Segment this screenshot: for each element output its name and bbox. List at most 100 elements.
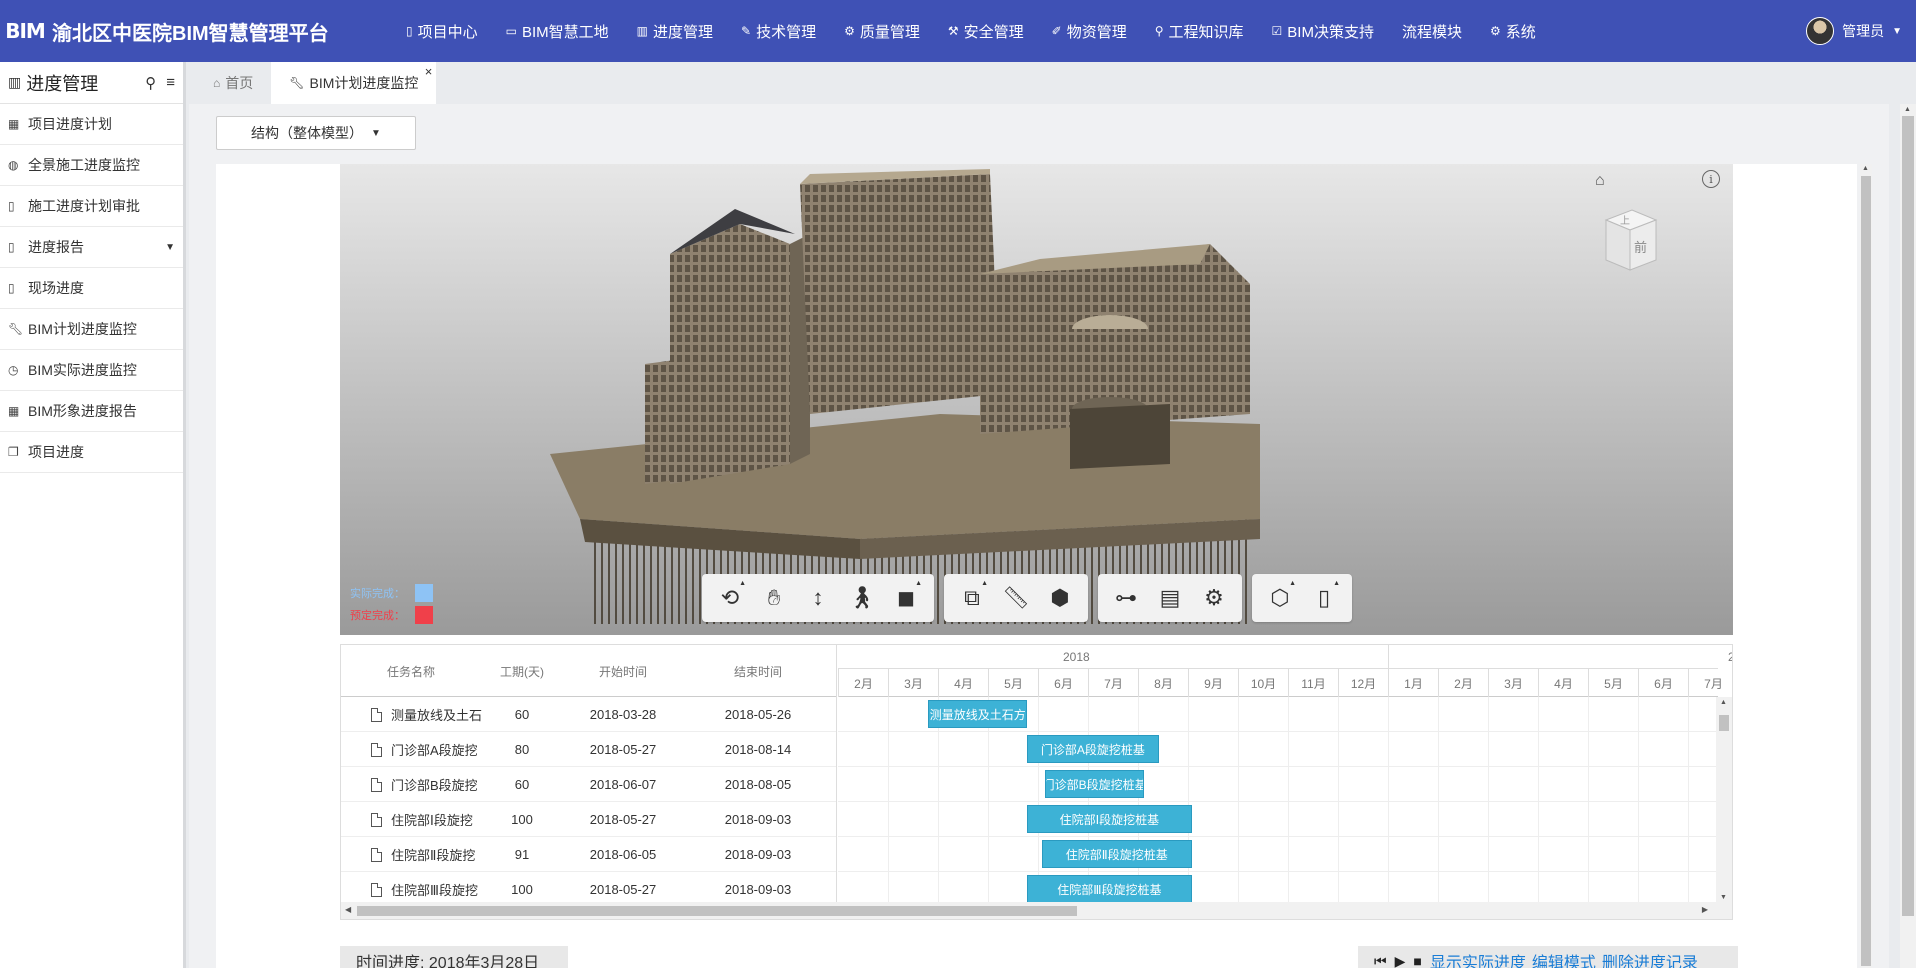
file-icon xyxy=(371,777,382,792)
pan-hand-icon[interactable]: ✋︎ xyxy=(752,576,796,620)
model-tree-icon[interactable]: ⊶ xyxy=(1104,576,1148,620)
nav-item-project-center[interactable]: ▯ 项目中心 xyxy=(392,0,492,62)
arrow-up-icon[interactable]: ▲ xyxy=(1904,106,1911,113)
tab-home[interactable]: ⌂ 首页 xyxy=(195,62,271,104)
viewcube[interactable]: 上 前 xyxy=(1598,206,1662,276)
sidebar-item-bim-actual-monitor[interactable]: ◷ BIM实际进度监控 xyxy=(0,350,183,391)
col-start[interactable]: 开始时间 xyxy=(563,645,683,697)
nav-item-tech[interactable]: ✎ 技术管理 xyxy=(727,0,830,62)
play-icon[interactable]: ▶ xyxy=(1395,953,1406,968)
year-divider xyxy=(1388,645,1389,669)
delete-progress-record-link[interactable]: 删除进度记录 xyxy=(1602,949,1698,968)
nav-item-decision[interactable]: ☑ BIM决策支持 xyxy=(1258,0,1388,62)
nav-item-quality[interactable]: ⚙ 质量管理 xyxy=(830,0,934,62)
nav-item-bim-site[interactable]: ▭ BIM智慧工地 xyxy=(492,0,623,62)
bim-3d-viewer[interactable]: ⌂ i 上 前 实际完成： 预定完成： ⟲ ▲ ✋︎ ↕ 🚶︎ ◼ ▲ ⧉ ▲ … xyxy=(340,164,1733,635)
explode-cube-icon[interactable]: ⬢ xyxy=(1038,576,1082,620)
gantt-bar[interactable]: 测量放线及土石方 xyxy=(928,700,1028,728)
legend: 实际完成： 预定完成： xyxy=(350,582,433,626)
sidebar-item-bim-plan-monitor[interactable]: 🔧︎ BIM计划进度监控 xyxy=(0,309,183,350)
camera-icon[interactable]: ◼ ▲ xyxy=(884,576,928,620)
skip-back-icon[interactable]: ⏮︎ xyxy=(1374,953,1387,968)
info-icon[interactable]: i xyxy=(1702,170,1720,188)
zoom-icon[interactable]: ↕ xyxy=(796,576,840,620)
arrow-left-icon[interactable]: ◀ xyxy=(345,905,351,914)
table-row[interactable]: 住院部Ⅱ段旋挖 91 2018-06-05 2018-09-03 xyxy=(341,837,836,872)
chevron-down-icon: ▼ xyxy=(165,241,175,253)
app-logo[interactable]: BIM 渝北区中医院BIM智慧管理平台 xyxy=(0,16,380,46)
scroll-thumb[interactable] xyxy=(1902,116,1914,916)
tab-bim-plan-monitor[interactable]: 🔧︎ BIM计划进度监控 × xyxy=(271,62,437,104)
sidebar-item-site-progress[interactable]: ▯ 现场进度 xyxy=(0,268,183,309)
gantt-bar[interactable]: 住院部Ⅲ段旋挖桩基 xyxy=(1027,875,1192,903)
orbit-icon[interactable]: ⟲ ▲ xyxy=(708,576,752,620)
nav-item-progress[interactable]: ▥ 进度管理 xyxy=(623,0,727,62)
document-icon[interactable]: ▯ ▲ xyxy=(1302,576,1346,620)
user-menu[interactable]: 管理员 ▼ xyxy=(1806,0,1902,62)
gantt-bar[interactable]: 门诊部A段旋挖桩基 xyxy=(1027,735,1159,763)
sidebar-item-project-progress[interactable]: ❐ 项目进度 xyxy=(0,432,183,473)
table-row[interactable]: 住院部Ⅰ段旋挖 100 2018-05-27 2018-09-03 xyxy=(341,802,836,837)
table-row[interactable]: 门诊部B段旋挖 60 2018-06-07 2018-08-05 xyxy=(341,767,836,802)
model-select[interactable]: 结构（整体模型） ▼ xyxy=(216,116,416,150)
gantt-bar[interactable]: 住院部Ⅰ段旋挖桩基 xyxy=(1027,805,1192,833)
grid-line xyxy=(1338,697,1339,903)
gantt-bar[interactable]: 住院部Ⅱ段旋挖桩基 xyxy=(1041,840,1192,868)
nav-item-knowledge[interactable]: ⚲ 工程知识库 xyxy=(1141,0,1258,62)
bookmark-icon: ▯ xyxy=(8,281,15,295)
menu-icon[interactable]: ≡ xyxy=(166,74,175,91)
table-row[interactable]: 测量放线及土石 60 2018-03-28 2018-05-26 xyxy=(341,697,836,732)
blocks-icon[interactable]: ⬡ ▲ xyxy=(1258,576,1302,620)
grid-line xyxy=(1538,697,1539,903)
settings-gear-icon[interactable]: ⚙ xyxy=(1192,576,1236,620)
close-icon[interactable]: × xyxy=(425,64,433,79)
col-duration[interactable]: 工期(天) xyxy=(481,645,563,697)
main-nav: ▯ 项目中心 ▭ BIM智慧工地 ▥ 进度管理 ✎ 技术管理 ⚙ 质量管理 ⚒ 安全管理 ✐… xyxy=(392,0,1550,62)
walk-person-icon[interactable]: 🚶︎ xyxy=(840,576,884,620)
scroll-thumb[interactable] xyxy=(357,906,1077,916)
panel-scrollbar[interactable]: ▲ xyxy=(1860,164,1872,968)
gantt-bar[interactable]: 门诊部B段旋挖桩基 xyxy=(1045,770,1144,798)
arrow-down-icon[interactable]: ▼ xyxy=(1720,894,1727,901)
sidebar-item-panorama[interactable]: ◍ 全景施工进度监控 xyxy=(0,145,183,186)
grid-line xyxy=(838,731,1718,732)
sidebar-item-progress-report[interactable]: ▯ 进度报告 ▼ xyxy=(0,227,183,268)
stop-icon[interactable]: ■ xyxy=(1413,953,1421,968)
home-icon[interactable]: ⌂ xyxy=(1595,172,1605,190)
col-task-name[interactable]: 任务名称 xyxy=(341,645,481,697)
nav-item-system[interactable]: ⚙ 系统 xyxy=(1476,0,1550,62)
gantt-vertical-scrollbar[interactable]: ▲ ▼ xyxy=(1716,697,1732,903)
table-row[interactable]: 门诊部A段旋挖 80 2018-05-27 2018-08-14 xyxy=(341,732,836,767)
hammer-icon: ⚒ xyxy=(947,24,959,38)
search-icon[interactable]: ⚲ xyxy=(145,74,156,92)
properties-icon[interactable]: ▤ xyxy=(1148,576,1192,620)
scroll-thumb[interactable] xyxy=(1861,176,1871,966)
start-date-cell: 2018-06-05 xyxy=(589,847,657,862)
timeline-month: 11月 xyxy=(1288,669,1338,697)
sidebar-item-bim-image-report[interactable]: ▦ BIM形象进度报告 xyxy=(0,391,183,432)
viewer-toolbar: ⟲ ▲ ✋︎ ↕ 🚶︎ ◼ ▲ ⧉ ▲ 📏︎ ⬢ ⊶ ▤ ⚙ ⬡ ▲ ▯ ▲ xyxy=(702,572,1362,624)
scroll-thumb[interactable] xyxy=(1719,715,1729,731)
sidebar-item-project-plan[interactable]: ▦ 项目进度计划 xyxy=(0,104,183,145)
page-scrollbar[interactable]: ▲ xyxy=(1900,104,1916,968)
app-title: 渝北区中医院BIM智慧管理平台 xyxy=(52,22,329,45)
col-end[interactable]: 结束时间 xyxy=(683,645,833,697)
start-date-cell: 2018-05-27 xyxy=(589,812,657,827)
arrow-up-icon[interactable]: ▲ xyxy=(1720,699,1727,706)
section-box-icon[interactable]: ⧉ ▲ xyxy=(950,576,994,620)
nav-item-safety[interactable]: ⚒ 安全管理 xyxy=(934,0,1038,62)
arrow-up-icon[interactable]: ▲ xyxy=(1862,165,1869,172)
gantt-horizontal-scrollbar[interactable]: ◀ ▶ xyxy=(341,902,1732,919)
duration-cell: 80 xyxy=(514,742,530,757)
show-actual-progress-link[interactable]: 显示实际进度 xyxy=(1430,949,1526,968)
arrow-right-icon[interactable]: ▶ xyxy=(1702,905,1708,914)
measure-ruler-icon[interactable]: 📏︎ xyxy=(994,576,1038,620)
nav-item-workflow[interactable]: 流程模块 xyxy=(1388,0,1476,62)
edit-mode-link[interactable]: 编辑模式 xyxy=(1532,949,1596,968)
nav-item-materials[interactable]: ✐ 物资管理 xyxy=(1038,0,1141,62)
timeline-month: 4月 xyxy=(1538,669,1588,697)
sidebar-item-plan-approval[interactable]: ▯ 施工进度计划审批 xyxy=(0,186,183,227)
grid-line xyxy=(1288,697,1289,903)
user-name: 管理员 xyxy=(1842,23,1885,39)
wrench-icon: 🔧︎ xyxy=(8,322,24,336)
